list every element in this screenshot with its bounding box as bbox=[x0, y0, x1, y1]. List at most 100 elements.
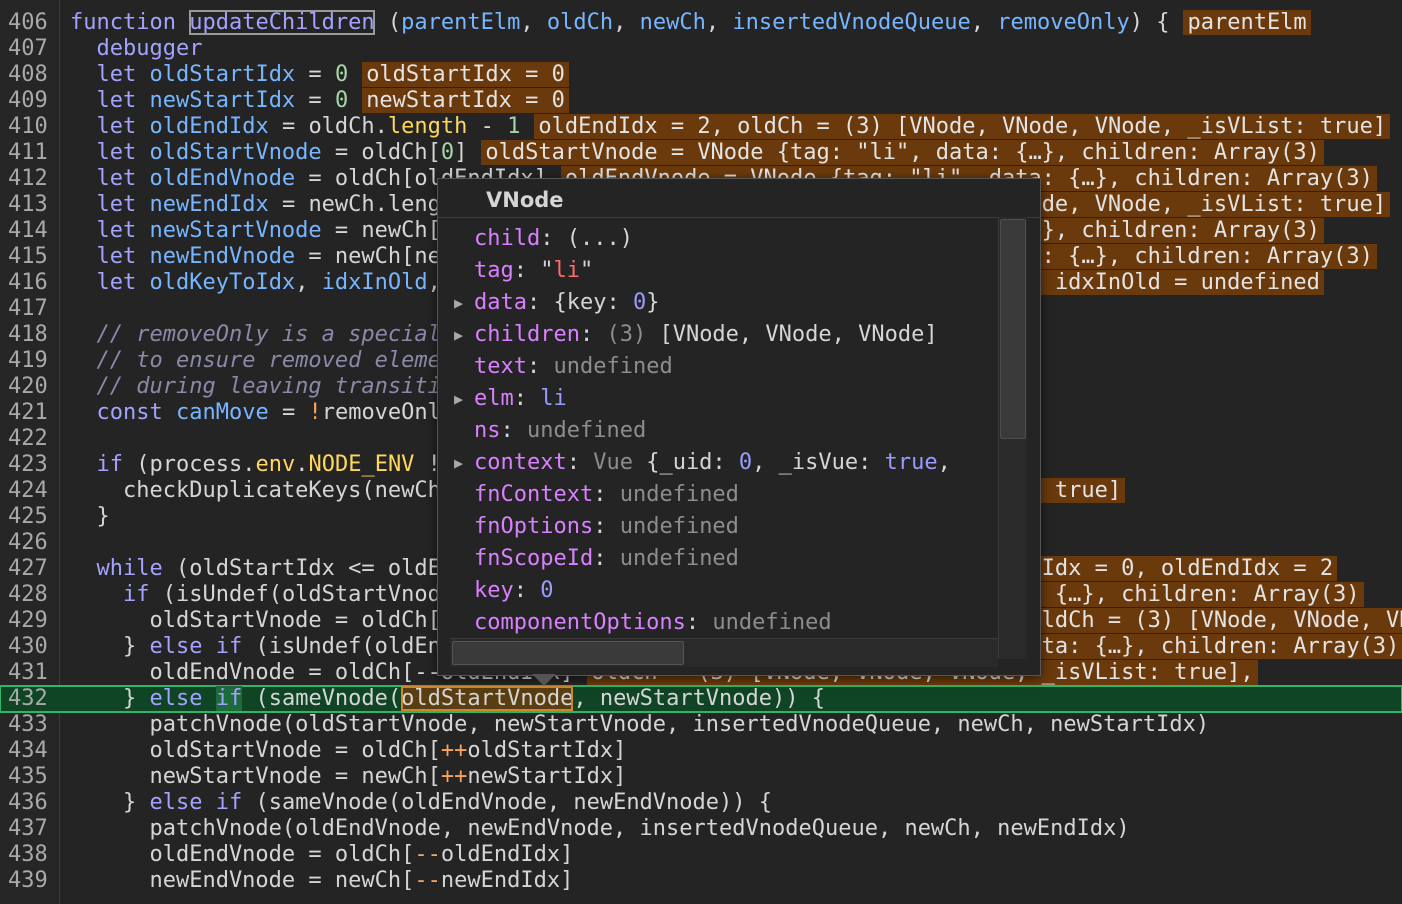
code-token: ) { bbox=[1129, 10, 1170, 35]
line-number[interactable]: 426 bbox=[8, 530, 54, 556]
code-line[interactable]: 409 let newStartIdx = 0 newStartIdx = 0 bbox=[0, 88, 1402, 114]
property-value-part: {_uid: bbox=[646, 450, 739, 475]
popover-vertical-scroll-thumb[interactable] bbox=[1000, 219, 1026, 439]
expand-triangle-icon[interactable]: ▶ bbox=[454, 287, 463, 319]
line-number[interactable]: 439 bbox=[8, 868, 54, 894]
code-line[interactable]: 406 function updateChildren (parentElm, o… bbox=[0, 10, 1402, 36]
object-property-children[interactable]: ▶ children: (3) [VNode, VNode, VNode] bbox=[454, 319, 938, 351]
code-line[interactable]: 435 newStartVnode = newCh[++newStartIdx] bbox=[0, 764, 1402, 790]
object-property-fnScopeId[interactable]: fnScopeId: undefined bbox=[474, 543, 739, 575]
code-line[interactable]: 411 let oldStartVnode = oldCh[0] oldStart… bbox=[0, 140, 1402, 166]
code-token: idxInOld bbox=[321, 270, 428, 295]
code-line[interactable]: 407 debugger bbox=[0, 36, 1402, 62]
line-number[interactable]: 414 bbox=[8, 218, 54, 244]
line-number[interactable]: 437 bbox=[8, 816, 54, 842]
object-property-key[interactable]: key: 0 bbox=[474, 575, 554, 607]
code-token: newStartVnode bbox=[149, 218, 322, 243]
line-number[interactable]: 424 bbox=[8, 478, 54, 504]
line-number[interactable]: 436 bbox=[8, 790, 54, 816]
line-number[interactable]: 410 bbox=[8, 114, 54, 140]
line-number[interactable]: 408 bbox=[8, 62, 54, 88]
line-number[interactable]: 419 bbox=[8, 348, 54, 374]
code-line[interactable]: 438 oldEndVnode = oldCh[--oldEndIdx] bbox=[0, 842, 1402, 868]
line-number[interactable]: 411 bbox=[8, 140, 54, 166]
object-property-fnOptions[interactable]: fnOptions: undefined bbox=[474, 511, 739, 543]
line-number[interactable]: 420 bbox=[8, 374, 54, 400]
code-token: newCh bbox=[639, 10, 706, 35]
line-number[interactable]: 433 bbox=[8, 712, 54, 738]
code-token: newStartIdx] bbox=[467, 764, 627, 789]
code-token: oldStartVnode bbox=[401, 686, 574, 711]
line-number[interactable]: 417 bbox=[8, 296, 54, 322]
code-line[interactable]: 439 newEndVnode = newCh[--newEndIdx] bbox=[0, 868, 1402, 894]
line-number[interactable]: 425 bbox=[8, 504, 54, 530]
line-number[interactable]: 432 bbox=[8, 686, 54, 712]
property-key: fnScopeId bbox=[474, 546, 594, 571]
code-token: while bbox=[96, 556, 176, 581]
line-number[interactable]: 412 bbox=[8, 166, 54, 192]
property-key: children bbox=[474, 322, 580, 347]
property-value-part: : bbox=[526, 354, 554, 379]
line-number[interactable]: 435 bbox=[8, 764, 54, 790]
object-property-text[interactable]: text: undefined bbox=[474, 351, 673, 383]
line-number[interactable]: 406 bbox=[8, 10, 54, 36]
object-property-fnContext[interactable]: fnContext: undefined bbox=[474, 479, 739, 511]
property-value-part: Vue bbox=[593, 450, 647, 475]
line-number[interactable]: 421 bbox=[8, 400, 54, 426]
object-property-tag[interactable]: tag: "li" bbox=[474, 255, 593, 287]
expand-triangle-icon[interactable]: ▶ bbox=[454, 383, 463, 415]
code-token: newEndIdx bbox=[149, 192, 269, 217]
hover-tooltip-popover[interactable]: VNode child: (...) tag: "li" ▶ data: {key: … bbox=[437, 178, 1041, 676]
popover-vertical-scrollbar[interactable] bbox=[998, 217, 1027, 659]
code-line[interactable]: 410 let oldEndIdx = oldCh.length - 1 oldE… bbox=[0, 114, 1402, 140]
code-line[interactable]: 434 oldStartVnode = oldCh[++oldStartIdx] bbox=[0, 738, 1402, 764]
code-token: let bbox=[96, 192, 150, 217]
line-number[interactable]: 413 bbox=[8, 192, 54, 218]
line-number[interactable]: 427 bbox=[8, 556, 54, 582]
line-number[interactable]: 416 bbox=[8, 270, 54, 296]
expand-triangle-icon[interactable]: ▶ bbox=[454, 447, 463, 479]
code-line[interactable]: 408 let oldStartIdx = 0 oldStartIdx = 0 bbox=[0, 62, 1402, 88]
code-token: newStartVnode = newCh[ bbox=[70, 764, 441, 789]
object-property-context[interactable]: ▶ context: Vue {_uid: 0, _isVue: true, bbox=[454, 447, 951, 479]
paused-code-line[interactable]: 432 } else if (sameVnode(oldStartVnode, … bbox=[0, 685, 1402, 713]
code-text: oldEndVnode = oldCh[--oldEndIdx] bbox=[70, 842, 573, 868]
object-property-ns[interactable]: ns: undefined bbox=[474, 415, 646, 447]
popover-pointer-arrow bbox=[532, 674, 556, 686]
line-number[interactable]: 422 bbox=[8, 426, 54, 452]
line-number[interactable]: 434 bbox=[8, 738, 54, 764]
code-token: newEndVnode bbox=[149, 244, 296, 269]
object-property-elm[interactable]: ▶ elm: li bbox=[454, 383, 567, 415]
object-property-componentOptions[interactable]: componentOptions: undefined bbox=[474, 607, 832, 639]
code-line[interactable]: 433 patchVnode(oldStartVnode, newStartVn… bbox=[0, 712, 1402, 738]
line-number[interactable]: 415 bbox=[8, 244, 54, 270]
line-number[interactable]: 431 bbox=[8, 660, 54, 686]
property-key: fnOptions bbox=[474, 514, 594, 539]
line-number[interactable]: 438 bbox=[8, 842, 54, 868]
code-token: -- bbox=[414, 868, 441, 893]
line-number[interactable]: 418 bbox=[8, 322, 54, 348]
line-number[interactable]: 430 bbox=[8, 634, 54, 660]
popover-horizontal-scrollbar[interactable] bbox=[450, 638, 998, 667]
code-token: } bbox=[70, 790, 150, 815]
line-number[interactable]: 407 bbox=[8, 36, 54, 62]
line-number[interactable]: 429 bbox=[8, 608, 54, 634]
property-value-part: : bbox=[593, 482, 620, 507]
line-number[interactable]: 423 bbox=[8, 452, 54, 478]
line-number[interactable]: 428 bbox=[8, 582, 54, 608]
property-value-part: : bbox=[500, 418, 527, 443]
property-value-part: undefined bbox=[553, 354, 673, 379]
expand-triangle-icon[interactable]: ▶ bbox=[454, 319, 463, 351]
object-property-child[interactable]: child: (...) bbox=[474, 223, 633, 255]
object-property-data[interactable]: ▶ data: {key: 0} bbox=[454, 287, 659, 319]
code-line[interactable]: 437 patchVnode(oldEndVnode, newEndVnode,… bbox=[0, 816, 1402, 842]
code-token: -- bbox=[414, 842, 441, 867]
property-value-part: " bbox=[580, 258, 594, 283]
code-token: oldEndVnode bbox=[149, 166, 296, 191]
line-number[interactable]: 409 bbox=[8, 88, 54, 114]
popover-horizontal-scroll-thumb[interactable] bbox=[452, 641, 684, 665]
code-line[interactable]: 436 } else if (sameVnode(oldEndVnode, ne… bbox=[0, 790, 1402, 816]
code-text: function updateChildren (parentElm, oldC… bbox=[70, 10, 1311, 36]
